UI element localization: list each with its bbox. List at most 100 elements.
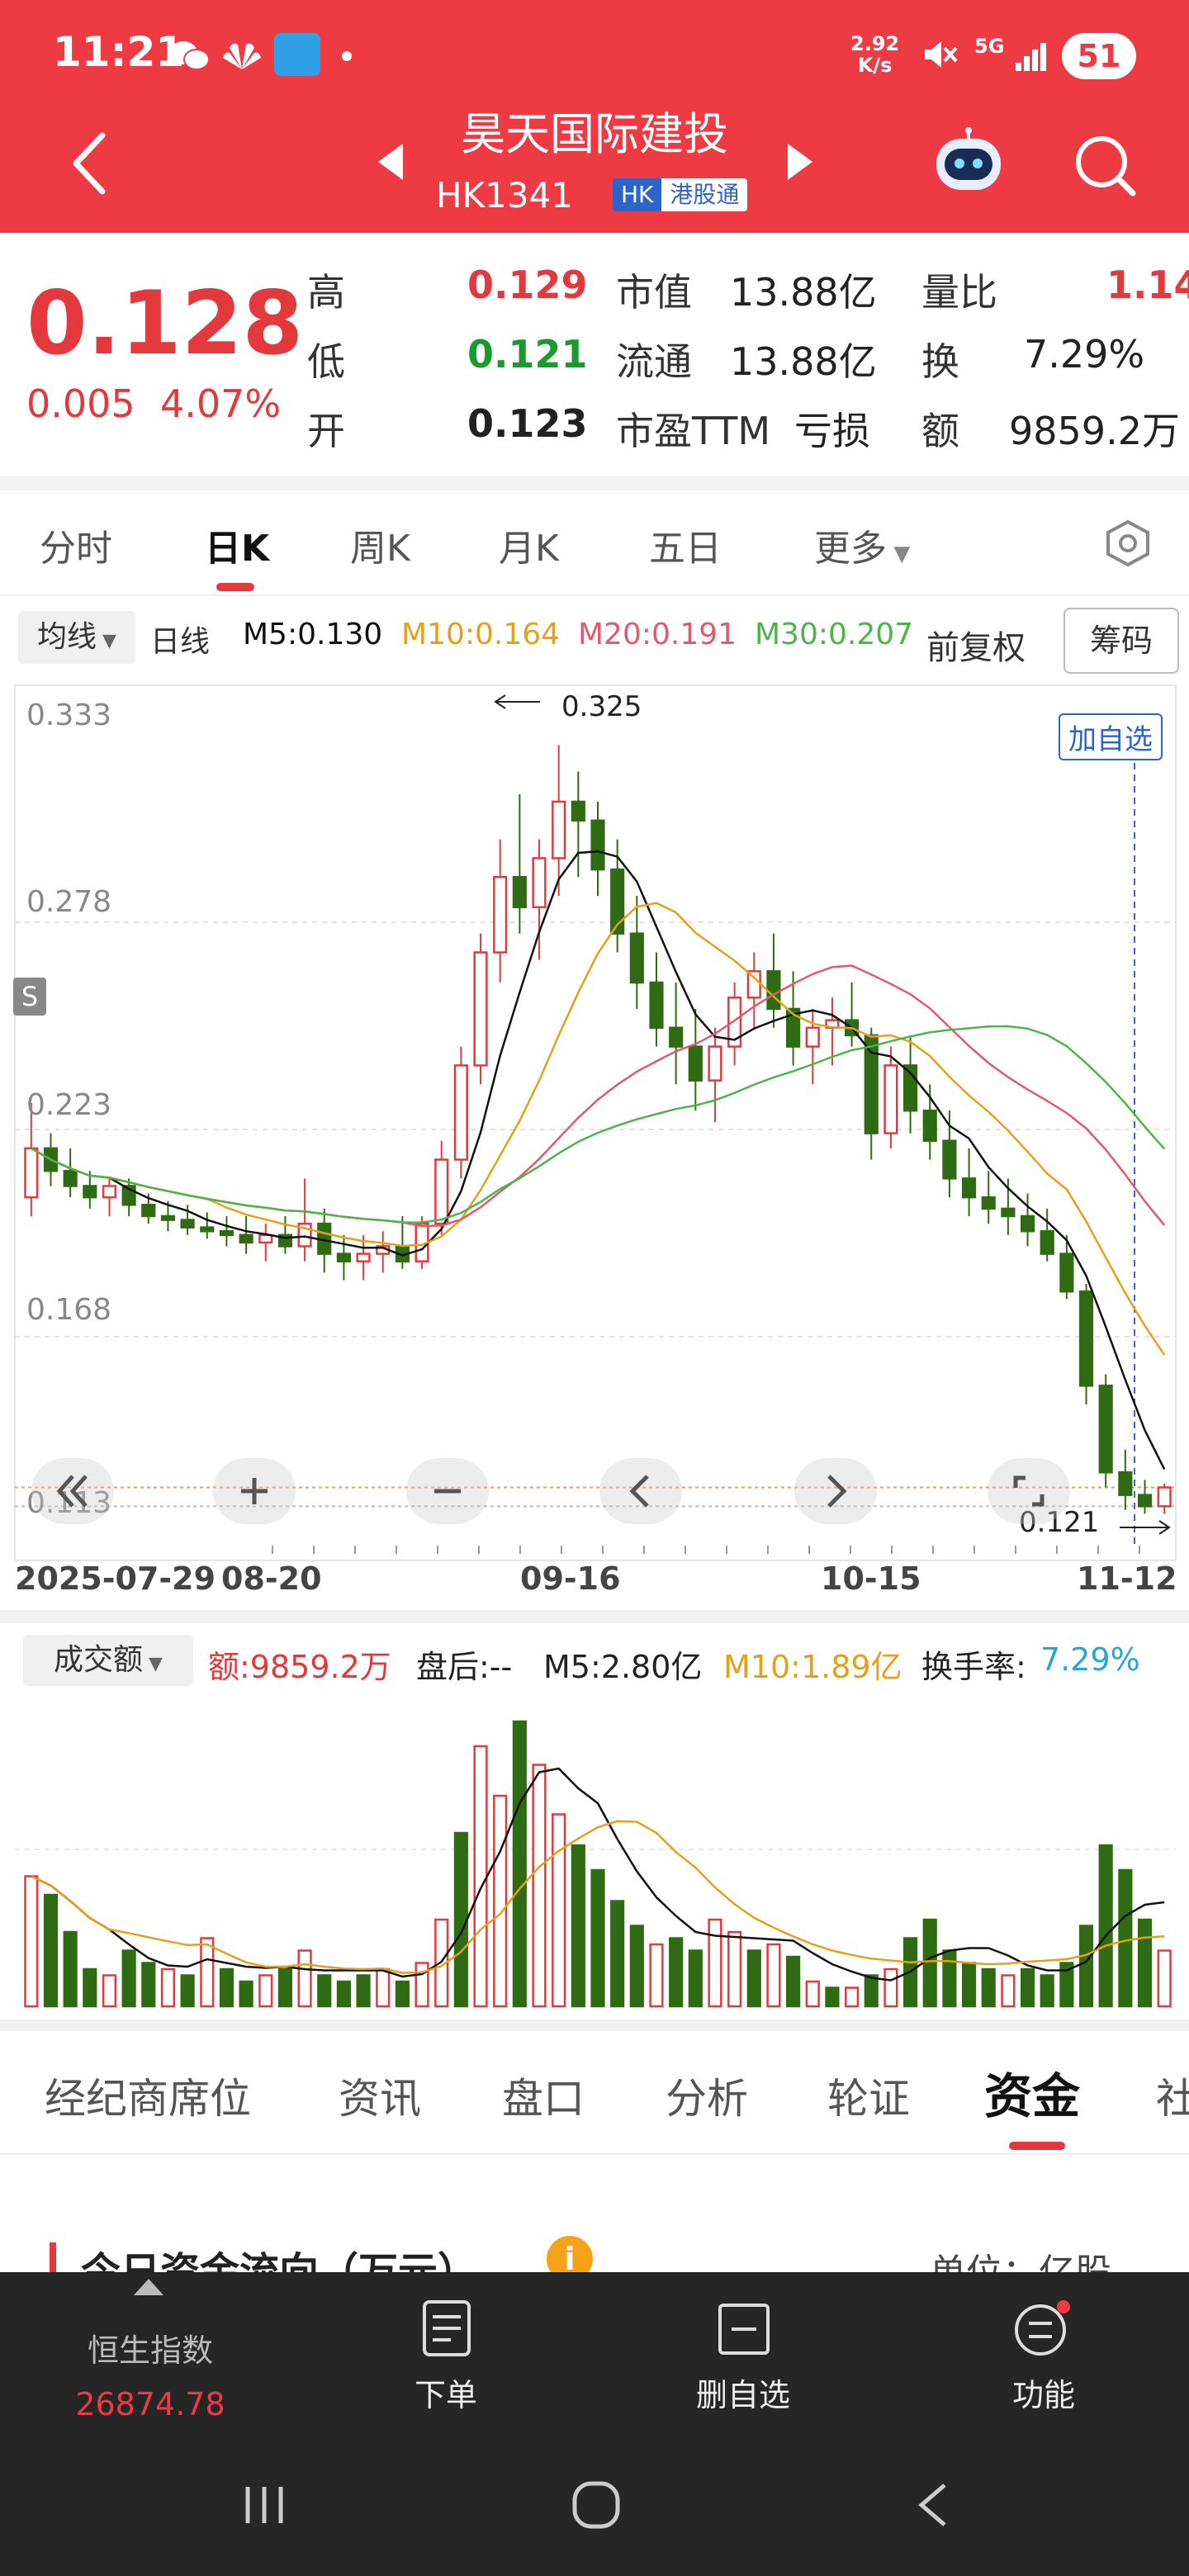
volume-bar <box>746 1949 761 2008</box>
volume-amount: 额:9859.2万 <box>208 1649 391 1685</box>
y-tick: 0.333 <box>26 698 112 732</box>
function-icon[interactable] <box>1012 2300 1070 2363</box>
tab-more[interactable]: 更多 ▼ <box>814 519 910 571</box>
signal-icon <box>1014 40 1050 76</box>
volume-bar <box>200 1937 215 2008</box>
remove-watch-icon[interactable] <box>715 2300 773 2363</box>
high-label: 高 <box>307 270 345 315</box>
add-watch-button[interactable]: 加自选 <box>1059 713 1163 760</box>
candle <box>981 1196 996 1210</box>
tab-daily-k[interactable]: 日K <box>205 519 269 571</box>
volume-bar <box>473 1745 488 2008</box>
candle <box>805 1026 820 1048</box>
volume-bar <box>102 1974 117 2008</box>
volume-bar <box>1098 1844 1113 2008</box>
x-date: 09-16 <box>520 1560 621 1597</box>
candle <box>258 1234 273 1244</box>
search-icon[interactable] <box>1072 132 1138 201</box>
candle <box>883 1064 898 1134</box>
candle <box>200 1226 215 1233</box>
order-icon[interactable] <box>418 2299 476 2365</box>
volume-selector[interactable]: 成交额 ▼ <box>23 1635 193 1686</box>
candle <box>1001 1207 1016 1218</box>
tab-warrants[interactable]: 轮证 <box>827 2066 910 2125</box>
kline-chart[interactable] <box>0 677 1189 1569</box>
tab-community[interactable]: 社 <box>1156 2066 1189 2125</box>
volume-bar <box>63 1930 78 2008</box>
robot-assistant-icon[interactable] <box>931 127 1006 200</box>
turnover-value: 7.29% <box>1024 332 1145 376</box>
settings-hex-icon[interactable] <box>1103 519 1153 571</box>
price-change: 0.005 <box>26 381 135 426</box>
volume-bar <box>688 1949 703 2008</box>
scroll-left-far-icon[interactable] <box>31 1458 114 1524</box>
function-button[interactable]: 功能 <box>961 2370 1126 2415</box>
nav-back-icon[interactable] <box>912 2480 953 2533</box>
ma5-value: M5:0.130 <box>243 618 383 651</box>
candle <box>532 857 547 908</box>
volume-bar <box>766 1943 781 2008</box>
home-icon[interactable] <box>570 2479 623 2535</box>
tab-capital[interactable]: 资金 <box>984 2057 1080 2127</box>
fullscreen-icon[interactable] <box>988 1458 1070 1524</box>
scroll-left-icon[interactable] <box>599 1458 682 1524</box>
volume-bar <box>942 1949 957 2008</box>
y-tick: 0.278 <box>26 885 112 919</box>
volume-bar <box>180 1974 195 2008</box>
volume-chart[interactable] <box>0 1693 1189 2015</box>
tab-broker-seats[interactable]: 经纪商席位 <box>45 2066 251 2125</box>
volume-bar <box>590 1868 605 2008</box>
zoom-in-icon[interactable] <box>213 1458 296 1524</box>
ma10-line <box>31 902 1166 1356</box>
tab-monthly-k[interactable]: 月K <box>499 519 559 571</box>
candle <box>336 1252 351 1262</box>
pe-label: 市盈TTM <box>616 409 771 453</box>
volume-bar <box>805 1980 820 2008</box>
tab-analysis[interactable]: 分析 <box>666 2066 748 2125</box>
volume-bar <box>922 1918 937 2008</box>
volume-bar <box>708 1918 722 2008</box>
remove-watch-button[interactable]: 删自选 <box>661 2370 826 2415</box>
candle <box>1157 1486 1172 1508</box>
candle <box>864 1034 879 1134</box>
turnover-rate-value: 7.29% <box>1040 1641 1140 1678</box>
mute-icon <box>921 36 958 76</box>
volume-bar <box>1001 1974 1016 2008</box>
candle <box>1098 1385 1113 1474</box>
order-button[interactable]: 下单 <box>363 2370 528 2415</box>
turnover-rate-label: 换手率: <box>921 1649 1026 1685</box>
ma20-line <box>31 964 1166 1228</box>
candle <box>473 951 488 1067</box>
adjust-mode[interactable]: 前复权 <box>926 621 1026 669</box>
divider <box>0 594 1189 596</box>
index-name[interactable]: 恒生指数 <box>68 2325 233 2370</box>
divider <box>0 476 1189 490</box>
huawei-icon <box>221 38 263 71</box>
tab-five-day[interactable]: 五日 <box>649 519 722 571</box>
tab-news[interactable]: 资讯 <box>339 2066 421 2125</box>
tab-weekly-k[interactable]: 周K <box>350 519 410 571</box>
candle <box>629 932 644 984</box>
turnover-label: 换 <box>921 339 959 384</box>
app-notice-icon <box>274 33 320 76</box>
ma10-value: M10:0.164 <box>401 618 561 651</box>
chips-button[interactable]: 筹码 <box>1063 608 1179 674</box>
volume-bar <box>961 1962 977 2008</box>
volume-bar <box>1020 1968 1035 2008</box>
y-tick: 0.168 <box>26 1293 112 1327</box>
candle <box>1059 1252 1074 1293</box>
tab-order-book[interactable]: 盘口 <box>502 2066 585 2125</box>
current-price: 0.128 <box>26 272 304 374</box>
scroll-right-icon[interactable] <box>794 1458 877 1524</box>
expand-up-icon[interactable] <box>132 2277 165 2300</box>
recent-apps-icon[interactable] <box>239 2480 289 2533</box>
tab-intraday[interactable]: 分时 <box>40 519 112 571</box>
volume-bar <box>141 1962 156 2008</box>
candle <box>649 981 664 1030</box>
volume-bar <box>453 1831 468 2008</box>
ma-selector[interactable]: 均线 ▼ <box>18 611 135 664</box>
sell-marker: S <box>13 978 46 1016</box>
next-stock-icon[interactable] <box>786 142 814 185</box>
zoom-out-icon[interactable] <box>406 1458 489 1524</box>
volume-bar <box>336 1980 351 2008</box>
